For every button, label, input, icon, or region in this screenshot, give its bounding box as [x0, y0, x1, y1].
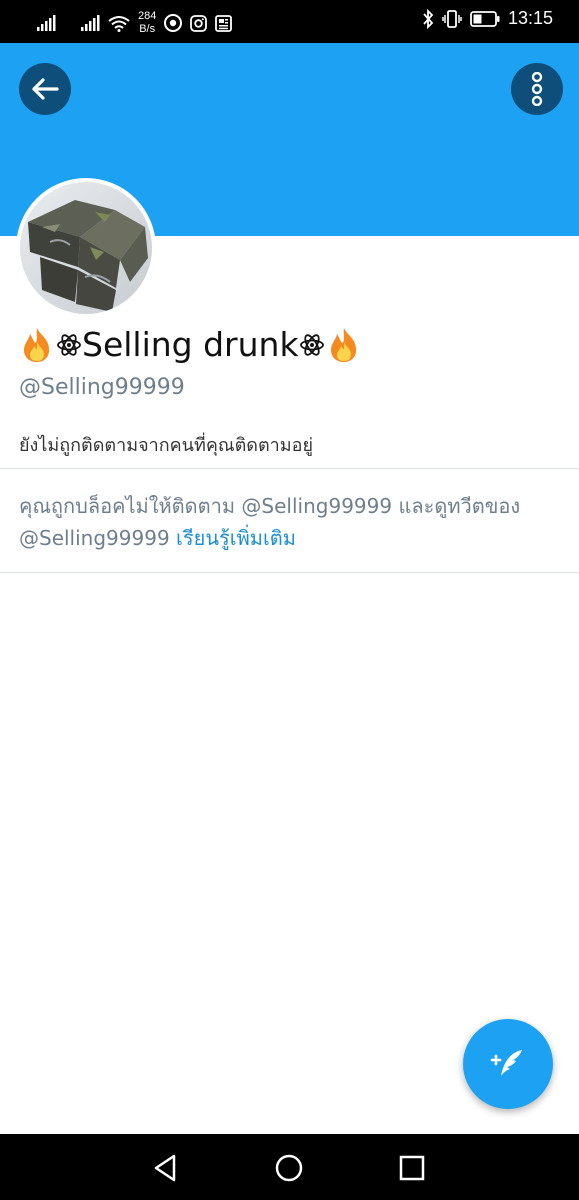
avatar-photo: [20, 182, 152, 314]
blocked-handle-2: @Selling99999: [19, 526, 170, 550]
wifi-icon: [108, 15, 130, 32]
clock: 13:15: [507, 8, 553, 28]
chrome-icon: [164, 14, 183, 32]
fire-icon: [24, 327, 50, 362]
atom-icon: [57, 333, 81, 356]
learn-more-link[interactable]: เรียนรู้เพิ่มเติม: [176, 526, 296, 550]
network-speed: 284 B/s: [138, 10, 156, 36]
display-name-text: Selling drunk: [82, 325, 299, 364]
fire-icon: [330, 327, 356, 362]
battery-icon: [470, 10, 500, 27]
atom-icon: [299, 333, 324, 356]
blocked-handle-1: @Selling99999: [241, 494, 393, 518]
status-bar-left: 284 B/s: [36, 10, 233, 36]
compose-tweet-icon: [490, 1050, 522, 1076]
arrow-left-icon: [32, 78, 59, 100]
bluetooth-icon: [423, 8, 434, 29]
nav-home-icon[interactable]: [273, 1152, 305, 1184]
status-bar-right: 13:15: [422, 8, 553, 29]
avatar-image: [20, 182, 152, 314]
display-name: Selling drunk: [18, 325, 363, 364]
blocked-notice: คุณถูกบล็อคไม่ให้ติดตาม @Selling99999 แล…: [19, 490, 564, 554]
status-bar: 284 B/s 13:15: [0, 0, 579, 43]
news-icon: [215, 14, 233, 32]
profile-handle: @Selling99999: [19, 375, 185, 400]
back-button[interactable]: [19, 63, 71, 115]
followers-you-know-note: ยังไม่ถูกติดตามจากคนที่คุณติดตามอยู่: [19, 435, 313, 456]
avatar[interactable]: [16, 178, 156, 318]
network-speed-value: 284: [138, 10, 157, 22]
instagram-icon: [190, 14, 208, 32]
network-speed-unit: B/s: [139, 23, 156, 35]
blocked-text-part2: และดูทวีตของ: [392, 494, 521, 518]
vibrate-icon: [442, 9, 462, 28]
vertical-dots-icon: [531, 72, 543, 106]
nav-back-icon[interactable]: [150, 1152, 182, 1184]
more-options-button[interactable]: [511, 63, 563, 115]
divider-top: [0, 468, 579, 469]
signal-icon-2: [81, 15, 100, 31]
signal-icon: [37, 15, 56, 31]
nav-recents-icon[interactable]: [396, 1152, 428, 1184]
blocked-text-part1: คุณถูกบล็อคไม่ให้ติดตาม: [19, 494, 242, 518]
divider-bottom: [0, 572, 579, 573]
system-navigation-bar: [0, 1134, 579, 1200]
compose-tweet-button[interactable]: [463, 1019, 553, 1109]
